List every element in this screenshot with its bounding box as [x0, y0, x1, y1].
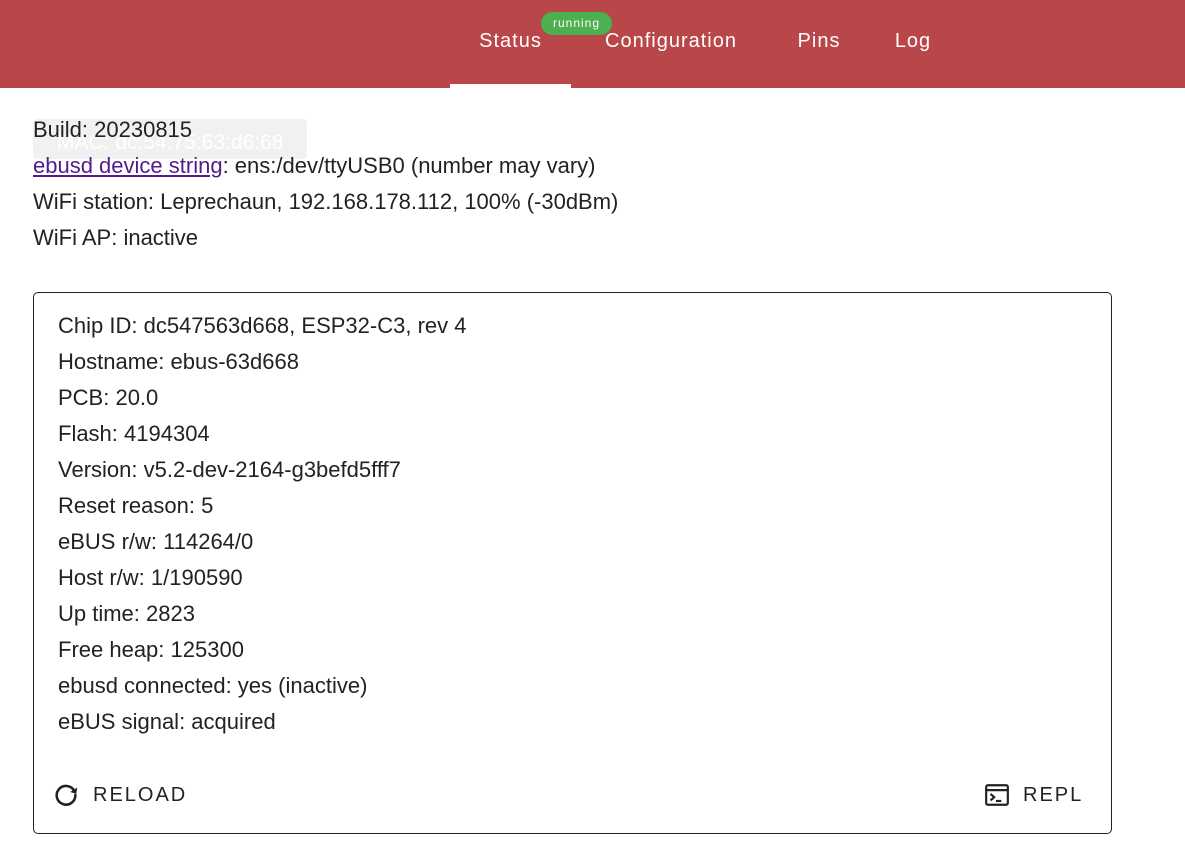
- detail-host-rw: Host r/w: 1/190590: [58, 565, 243, 590]
- reload-button-label: RELOAD: [93, 783, 188, 806]
- detail-version: Version: v5.2-dev-2164-g3befd5fff7: [58, 457, 401, 482]
- details-card: Chip ID: dc547563d668, ESP32-C3, rev 4 H…: [33, 292, 1112, 834]
- detail-chip-id: Chip ID: dc547563d668, ESP32-C3, rev 4: [58, 313, 467, 338]
- reload-button[interactable]: RELOAD: [52, 777, 187, 813]
- detail-ebus-rw: eBUS r/w: 114264/0: [58, 529, 254, 554]
- tab-pins[interactable]: Pins: [785, 0, 853, 86]
- detail-pcb: PCB: 20.0: [58, 385, 159, 410]
- repl-button-label: REPL: [1023, 783, 1084, 806]
- repl-button[interactable]: REPL: [984, 777, 1083, 813]
- device-string-value: : ens:/dev/ttyUSB0 (number may vary): [222, 153, 596, 178]
- status-badge: running: [541, 12, 612, 35]
- detail-free-heap: Free heap: 125300: [58, 637, 244, 662]
- tab-log[interactable]: Log: [883, 0, 943, 86]
- wifi-ap-info: WiFi AP: inactive: [33, 225, 199, 250]
- detail-hostname: Hostname: ebus-63d668: [58, 349, 299, 374]
- wifi-station-info: WiFi station: Leprechaun, 192.168.178.11…: [33, 189, 619, 214]
- detail-flash: Flash: 4194304: [58, 421, 210, 446]
- top-app-bar: Status Configuration Pins Log running: [0, 0, 1185, 88]
- device-string-info: ebusd device string: ens:/dev/ttyUSB0 (n…: [33, 152, 595, 180]
- detail-ebus-signal: eBUS signal: acquired: [58, 709, 276, 734]
- build-info: Build: 20230815: [33, 117, 193, 142]
- detail-ebusd-connected: ebusd connected: yes (inactive): [58, 673, 368, 698]
- tab-configuration[interactable]: Configuration: [586, 0, 756, 86]
- ebusd-device-string-link[interactable]: ebusd device string: [33, 153, 223, 178]
- detail-reset-reason: Reset reason: 5: [58, 493, 214, 518]
- detail-up-time: Up time: 2823: [58, 601, 195, 626]
- active-tab-indicator: [450, 84, 571, 88]
- reload-icon: [52, 781, 80, 809]
- terminal-icon: [984, 782, 1010, 808]
